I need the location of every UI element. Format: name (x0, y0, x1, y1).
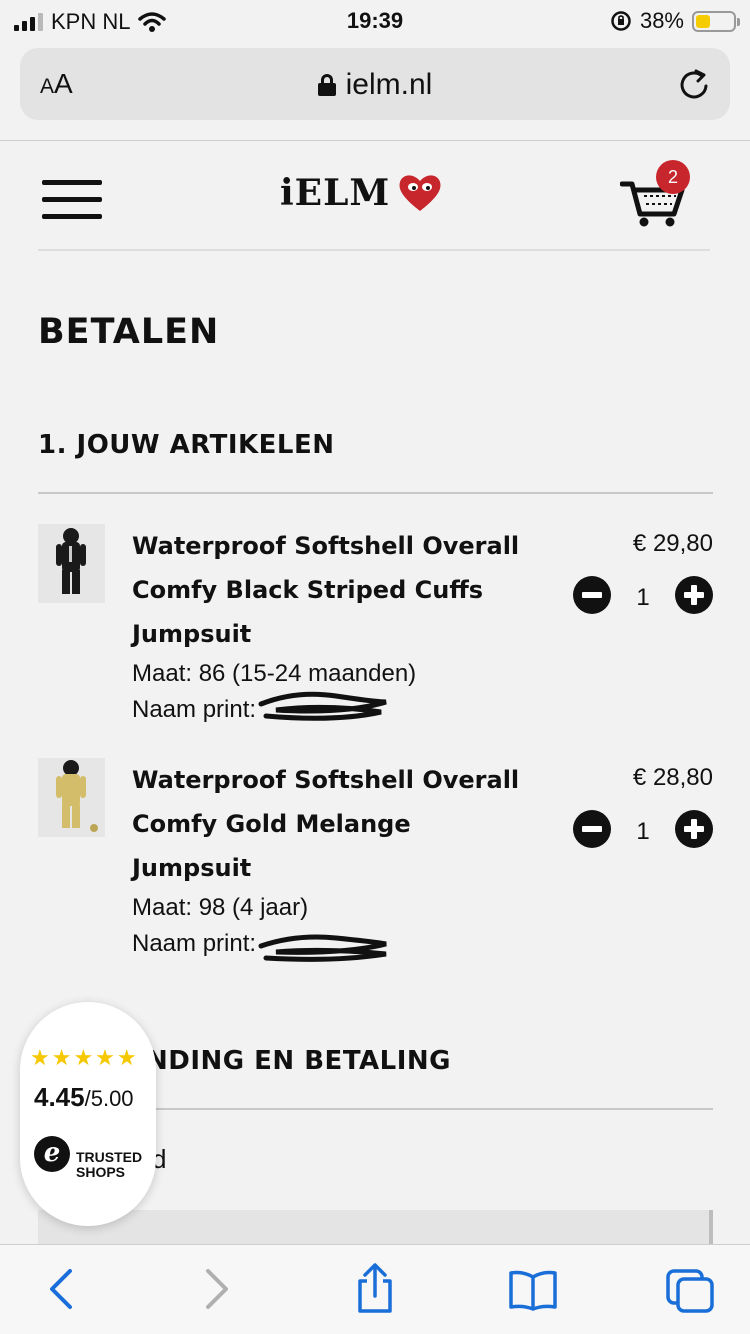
tabs-icon[interactable] (664, 1267, 716, 1315)
battery-percent: 38% (639, 8, 684, 33)
divider (38, 492, 713, 494)
product-price: € 28,80 (632, 764, 713, 791)
product-size: Maat: 98 (4 jaar) (132, 894, 309, 921)
cart-item: Waterproof Softshell Overall Comfy Gold … (38, 758, 713, 968)
forward-icon[interactable] (198, 1265, 234, 1313)
logo-text: iELM (280, 172, 391, 214)
redaction-scribble (258, 691, 387, 721)
product-name[interactable]: Waterproof Softshell Overall Comfy Black… (132, 524, 532, 656)
reload-icon[interactable] (676, 66, 712, 102)
trusted-shops-logo-icon: e (34, 1136, 70, 1172)
heart-logo-icon (399, 175, 441, 211)
section-title-articles: 1. JOUW ARTIKELEN (38, 430, 335, 460)
divider (38, 249, 710, 251)
quantity-stepper: 1 (573, 576, 713, 616)
site-logo[interactable]: iELM (280, 172, 442, 214)
battery-icon (692, 10, 740, 32)
decrease-quantity-button[interactable] (573, 810, 611, 848)
product-name-print: Naam print: (132, 930, 257, 957)
back-icon[interactable] (44, 1265, 80, 1313)
orientation-lock-icon (611, 11, 631, 31)
menu-icon[interactable] (42, 180, 102, 220)
product-price: € 29,80 (632, 530, 713, 557)
trusted-shops-badge[interactable]: ★★★★★ 4.45/5.00 e TRUSTED SHOPS (20, 1002, 156, 1226)
bookmarks-icon[interactable] (508, 1269, 558, 1311)
quantity-stepper: 1 (573, 810, 713, 850)
share-icon[interactable] (352, 1263, 398, 1315)
browser-toolbar (0, 1244, 750, 1334)
product-image[interactable] (38, 758, 105, 837)
url-text: ielm.nl (345, 68, 433, 101)
decrease-quantity-button[interactable] (573, 576, 611, 614)
cart-count-badge: 2 (656, 160, 690, 194)
rating-score: 4.45/5.00 (34, 1082, 134, 1112)
page-title: BETALEN (38, 312, 220, 352)
product-name[interactable]: Waterproof Softshell Overall Comfy Gold … (132, 758, 532, 890)
increase-quantity-button[interactable] (675, 810, 713, 848)
quantity-value: 1 (636, 818, 650, 845)
address-bar[interactable]: AA ielm.nl (20, 48, 730, 120)
increase-quantity-button[interactable] (675, 576, 713, 614)
lock-icon (317, 74, 336, 96)
quantity-value: 1 (636, 584, 650, 611)
divider (0, 140, 750, 141)
trusted-shops-name: TRUSTED SHOPS (76, 1149, 143, 1180)
product-name-print: Naam print: (132, 696, 257, 723)
rating-stars-icon: ★★★★★ (30, 1046, 139, 1071)
status-bar: KPN NL 19:39 38% (0, 0, 750, 42)
product-image[interactable] (38, 524, 105, 603)
cart-item: Waterproof Softshell Overall Comfy Black… (38, 524, 713, 734)
redaction-scribble (258, 934, 387, 962)
